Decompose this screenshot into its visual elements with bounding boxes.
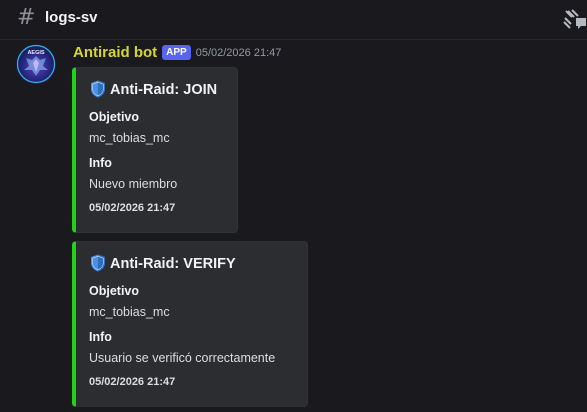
avatar-text: AEGIS: [27, 50, 44, 56]
field-value-info: Nuevo miembro: [89, 177, 178, 191]
avatar[interactable]: AEGIS: [16, 44, 56, 84]
embed-title: Anti-Raid: VERIFY: [90, 254, 236, 272]
field-name-objetivo: Objetivo: [89, 284, 140, 298]
embed-footer: 05/02/2026 21:47: [89, 376, 176, 388]
threads-icon[interactable]: [562, 8, 587, 32]
app-badge: APP: [162, 45, 191, 61]
embed-footer: 05/02/2026 21:47: [89, 202, 176, 214]
field-name-info: Info: [89, 330, 112, 344]
field-value-info: Usuario se verificó correctamente: [89, 351, 276, 365]
field-value-objetivo: mc_tobias_mc: [89, 131, 170, 145]
field-name-objetivo: Objetivo: [89, 110, 140, 124]
field-value-objetivo: mc_tobias_mc: [89, 305, 170, 319]
message-header: Antiraid bot APP 05/02/2026 21:47: [73, 44, 281, 64]
shield-icon: [91, 80, 105, 98]
embed-title-text: Anti-Raid: VERIFY: [110, 256, 236, 272]
shield-icon: [91, 254, 105, 272]
embed-join: Anti-Raid: JOIN Objetivo mc_tobias_mc In…: [72, 67, 238, 233]
channel-name[interactable]: logs-sv: [45, 9, 98, 26]
embed-title-text: Anti-Raid: JOIN: [110, 82, 218, 98]
author-name[interactable]: Antiraid bot: [73, 44, 157, 61]
embed-title: Anti-Raid: JOIN: [90, 80, 217, 98]
message-timestamp: 05/02/2026 21:47: [195, 46, 282, 59]
embed-verify: Anti-Raid: VERIFY Objetivo mc_tobias_mc …: [72, 241, 308, 407]
field-name-info: Info: [89, 156, 112, 170]
hashtag-icon: #: [17, 5, 36, 30]
channel-header: # logs-sv: [0, 0, 587, 40]
